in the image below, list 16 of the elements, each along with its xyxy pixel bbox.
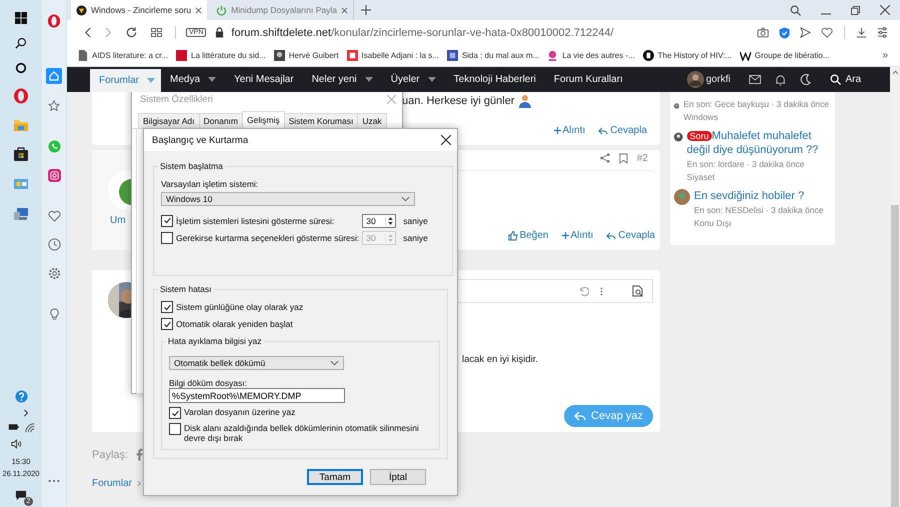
field-label: Varsayılan işletim sistemi:	[161, 179, 260, 189]
thread-meta: En son: NESDelisi · 3 dakika önce	[694, 204, 824, 216]
group-title: Sistem başlatma	[159, 161, 224, 171]
question-badge: Soru	[686, 131, 712, 141]
unit-label: saniye	[403, 232, 429, 242]
group-title: Hata ayıklama bilgisi yaz	[167, 336, 263, 346]
thread-meta: En son: Gece baykuşu · 3 dakika önce	[683, 98, 829, 110]
share-label: Paylaş:	[92, 448, 128, 460]
window-title: Başlangıç ve Kurtarma	[152, 134, 248, 146]
group-title: Sistem hatası	[159, 284, 212, 294]
window-title: Sistem Özellikleri	[140, 94, 213, 104]
reply-text: lacak en iyi kişidir.	[462, 354, 540, 365]
field-label: Bilgi döküm dosyası:	[169, 378, 248, 388]
post-text: uan. Herkese iyi günler	[402, 95, 515, 107]
unit-label: saniye	[403, 216, 429, 226]
thread-meta: En son: lordare · 3 dakika önce	[686, 158, 806, 170]
